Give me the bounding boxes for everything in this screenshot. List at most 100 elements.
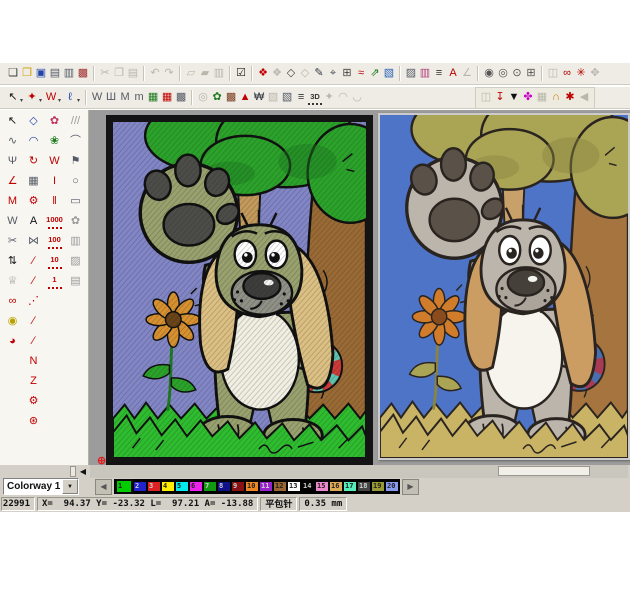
palette-chip-4[interactable]: 4 [161,481,175,492]
pen-tool-icon[interactable]: ✎ [312,65,326,82]
tie-off-knot-icon[interactable]: ✤ [521,89,535,106]
export-design-icon[interactable]: ▩ [76,65,90,82]
tatami-fill-red-icon[interactable]: ▦ [160,89,174,106]
stitched-design-frame[interactable] [106,115,373,465]
save-file-icon[interactable]: ▣ [34,65,48,82]
palette-chip-19[interactable]: 19 [371,481,385,492]
line-tool-icon[interactable]: ℓ [63,89,77,106]
flower-gray-icon[interactable]: ✿ [69,213,83,230]
palette-chip-7[interactable]: 7 [203,481,217,492]
density-1-icon[interactable]: 1 [48,274,62,289]
updown-travel-icon[interactable]: ⇅ [6,253,20,270]
lips-shape-icon[interactable]: ∞ [6,293,20,310]
wave-fill-icon[interactable]: ₩ [252,89,266,106]
palette-chip-5[interactable]: 5 [175,481,189,492]
knife-tool-icon[interactable]: ◕ [6,333,20,350]
zigzag-wide-icon[interactable]: Ш [104,89,118,106]
bitmap-tool-icon[interactable]: ▨ [404,65,418,82]
select-tool-icon[interactable]: ↖ [6,89,20,106]
palette-chip-1[interactable]: 1 [115,479,133,494]
triple-run-icon[interactable]: ⋰ [27,293,41,310]
palette-chip-18[interactable]: 18 [357,481,371,492]
diagonal-fill-icon[interactable]: ▨ [69,253,83,270]
flag-shape-icon[interactable]: ⚑ [69,153,83,170]
stamp-tool-icon[interactable]: ◉ [6,313,20,330]
list-panel-icon[interactable]: ▤ [69,273,83,290]
reshape-object-icon[interactable]: ◇ [27,113,41,130]
motif-fill-icon[interactable]: ▩ [174,89,188,106]
auto-digitize-icon[interactable]: ☑ [234,65,248,82]
reference-artwork-image[interactable] [380,115,628,458]
palette-chip-6[interactable]: 6 [189,481,203,492]
ellipse-tool-icon[interactable]: ○ [69,173,83,190]
density-1000-icon[interactable]: 1000 [48,214,62,229]
thread-colors-icon[interactable]: ▥ [418,65,432,82]
palette-chip-2[interactable]: 2 [133,481,147,492]
palette-chip-16[interactable]: 16 [329,481,343,492]
palette-chip-13[interactable]: 13 [287,481,301,492]
design-canvas[interactable]: ⊕ [89,110,630,465]
crown-shape-icon[interactable]: ♕ [6,273,20,290]
gear-wheel-icon[interactable]: ⊛ [27,413,41,430]
run-stitch-b-icon[interactable]: ∕ [27,273,41,290]
lettering-icon[interactable]: A [446,65,460,82]
hoop-left-icon[interactable]: ◉ [482,65,496,82]
n-stitch-icon[interactable]: N [27,353,41,370]
design-grid-icon[interactable]: ▦ [27,173,41,190]
palette-chip-11[interactable]: 11 [259,481,273,492]
run-stitch-a-icon[interactable]: ∕ [27,253,41,270]
scrollbar-track[interactable] [90,465,628,478]
tatami-fill-green-icon[interactable]: ▦ [146,89,160,106]
grid-toggle-icon[interactable]: ⊞ [340,65,354,82]
rotate-tool-icon[interactable]: ↻ [27,153,41,170]
satin-stitch-icon[interactable]: m [132,89,146,106]
chart-tool-icon[interactable]: ⇗ [368,65,382,82]
reshape-tool-icon[interactable]: ✦ [25,89,39,106]
flower-fill-icon[interactable]: ❀ [48,133,62,150]
zigzag-double-icon[interactable]: M [118,89,132,106]
hoop-layout-icon[interactable]: ⊞ [524,65,538,82]
density-10-icon[interactable]: 10 [48,254,62,269]
dome-shape-icon[interactable]: ◠ [27,133,41,150]
mirror-tool-icon[interactable]: ⋈ [27,233,41,250]
palette-chip-9[interactable]: 9 [231,481,245,492]
palette-scroll-right-icon[interactable]: ▶ [402,479,419,495]
pointer-select-icon[interactable]: ↖ [6,113,20,130]
cross-stitch-icon[interactable]: ▩ [224,89,238,106]
lettering-a-icon[interactable]: A [27,213,41,230]
chevron-down-icon[interactable]: ▼ [62,479,78,494]
freehand-select-icon[interactable]: ∿ [6,133,20,150]
object-list-icon[interactable]: ≡ [432,65,446,82]
color-film-icon[interactable]: ✱ [563,89,577,106]
zigzag-narrow-icon[interactable]: W [90,89,104,106]
stitch-fill-red-icon[interactable]: ❖ [256,65,270,82]
new-file-icon[interactable]: ❏ [6,65,20,82]
open-file-icon[interactable]: ❒ [20,65,34,82]
print-icon[interactable]: ▤ [48,65,62,82]
palette-chip-8[interactable]: 8 [217,481,231,492]
leaf-stitch-icon[interactable]: ✿ [210,89,224,106]
gear-pair-icon[interactable]: ⚙ [27,393,41,410]
branch-tool-icon[interactable]: Ψ [6,153,20,170]
mirror-merge-icon[interactable]: ∞ [560,65,574,82]
input-stitch-icon[interactable]: W [44,89,58,106]
mw-stitch-icon[interactable]: M [6,193,20,210]
horizontal-scrollbar[interactable]: ◀ [0,465,630,478]
palette-chip-3[interactable]: 3 [147,481,161,492]
reshape-tool-dropdown-icon[interactable]: ▾ [39,97,42,104]
contour-lines-icon[interactable]: ≡ [294,89,308,106]
three-d-mode-icon[interactable]: 3D [308,90,322,105]
density-100-icon[interactable]: 100 [48,234,62,249]
unlock-design-icon[interactable]: ∩ [549,89,563,106]
stitched-design-image[interactable] [113,122,366,458]
palette-chip-15[interactable]: 15 [315,481,329,492]
insert-image-icon[interactable]: ▧ [382,65,396,82]
zigzag-input-icon[interactable]: W [48,153,62,170]
needle-point-icon[interactable]: ↧ [493,89,507,106]
palette-chip-17[interactable]: 17 [343,481,357,492]
wheel-tool-icon[interactable]: ⚙ [27,193,41,210]
palette-scroll-left-icon[interactable]: ◀ [95,479,112,495]
z-stitch-icon[interactable]: Z [27,373,41,390]
pin-tool-icon[interactable]: ⌖ [326,65,340,82]
select-tool-dropdown-icon[interactable]: ▾ [20,97,23,104]
